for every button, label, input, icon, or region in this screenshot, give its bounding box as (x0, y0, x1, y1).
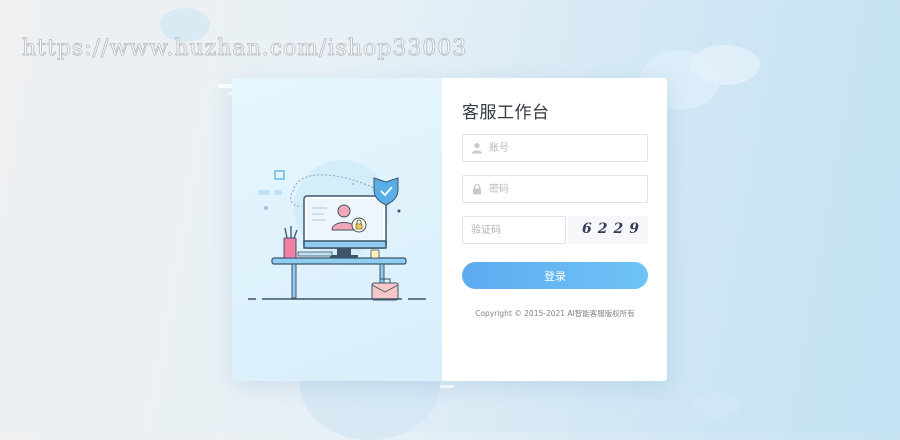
captcha-image[interactable]: 6229 (568, 216, 648, 244)
account-field[interactable] (462, 134, 648, 162)
account-input[interactable] (489, 138, 639, 158)
copyright-text: Copyright © 2015-2021 AI智能客服版权所有 (475, 309, 635, 318)
background-cloud (690, 45, 760, 85)
decoration-line (440, 385, 454, 388)
password-input[interactable] (489, 179, 639, 199)
captcha-code: 6229 (582, 221, 645, 237)
captcha-field[interactable] (462, 216, 566, 244)
watermark-url: https://www.huzhan.com/ishop33003 (22, 36, 468, 62)
login-button[interactable]: 登录 (462, 262, 648, 289)
password-field[interactable] (462, 175, 648, 203)
background-cloud (690, 392, 740, 418)
login-card: 客服工作台 6229 登录 (232, 78, 667, 381)
desk-computer-shield-illustration (248, 160, 426, 301)
login-form: 客服工作台 6229 登录 (462, 78, 648, 381)
page-title: 客服工作台 (462, 103, 550, 123)
captcha-input[interactable] (471, 220, 559, 240)
user-icon (471, 141, 483, 159)
illustration-panel (232, 78, 442, 381)
lock-icon (471, 182, 483, 200)
